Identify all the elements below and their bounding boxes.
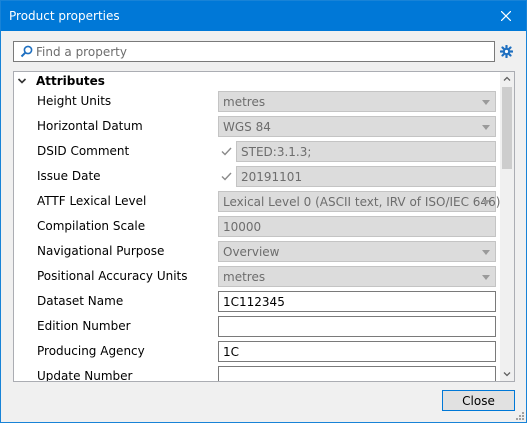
property-row: ATTF Lexical Level Lexical Level 0 (ASCI…	[14, 189, 500, 214]
dropdown-arrow-icon	[482, 275, 490, 280]
property-dropdown[interactable]: WGS 84	[218, 116, 496, 137]
property-name: Dataset Name	[37, 294, 124, 308]
chevron-down-icon[interactable]	[17, 76, 27, 86]
property-text-field[interactable]: 1C112345	[218, 291, 496, 312]
property-value: metres	[223, 95, 266, 109]
title-bar: Product properties	[1, 1, 526, 31]
dropdown-arrow-icon	[482, 250, 490, 255]
property-row: Dataset Name 1C112345	[14, 289, 500, 314]
scrollbar-thumb[interactable]	[502, 87, 512, 169]
dropdown-arrow-icon	[482, 100, 490, 105]
property-value: 1C112345	[223, 295, 285, 309]
property-name: Update Number	[37, 369, 133, 382]
property-text-field[interactable]: STED:3.1.3;	[236, 141, 496, 162]
property-name: DSID Comment	[37, 144, 130, 158]
close-button[interactable]: Close	[442, 390, 515, 411]
gear-icon[interactable]	[500, 45, 513, 58]
window-close-button[interactable]	[486, 1, 526, 31]
property-text-field[interactable]: 10000	[218, 216, 496, 237]
property-row: Producing Agency 1C	[14, 339, 500, 364]
property-row: Positional Accuracy Units metres	[14, 264, 500, 289]
property-name: Horizontal Datum	[37, 119, 143, 133]
dropdown-arrow-icon	[482, 200, 490, 205]
property-name: Height Units	[37, 94, 112, 108]
property-row: Edition Number	[14, 314, 500, 339]
property-value: WGS 84	[223, 120, 271, 134]
property-dropdown[interactable]: Lexical Level 0 (ASCII text, IRV of ISO/…	[218, 191, 500, 212]
property-value: metres	[223, 270, 266, 284]
property-text-field[interactable]	[218, 366, 496, 381]
product-properties-dialog: Product properties Attributes Heig	[0, 0, 527, 423]
property-dropdown[interactable]: metres	[218, 91, 496, 112]
scroll-down-icon[interactable]	[500, 367, 514, 381]
category-label: Attributes	[36, 74, 105, 88]
property-search-box	[13, 41, 495, 62]
property-value: Lexical Level 0 (ASCII text, IRV of ISO/…	[223, 195, 501, 209]
property-name: Producing Agency	[37, 344, 145, 358]
property-value: 20191101	[241, 170, 303, 184]
dropdown-arrow-icon	[482, 125, 490, 130]
property-row: Navigational Purpose Overview	[14, 239, 500, 264]
property-dropdown[interactable]: Overview	[218, 241, 496, 262]
property-row: Update Number	[14, 364, 500, 382]
scroll-up-icon[interactable]	[500, 72, 514, 86]
property-name: Compilation Scale	[37, 219, 146, 233]
search-icon	[20, 45, 33, 58]
property-value: 10000	[223, 220, 262, 234]
vertical-scrollbar[interactable]	[500, 72, 514, 381]
property-text-field[interactable]	[218, 316, 496, 337]
property-name: Issue Date	[37, 169, 101, 183]
property-grid: Attributes Height Units metres Horizonta…	[13, 71, 515, 382]
window-title: Product properties	[9, 9, 120, 23]
property-row: Horizontal Datum WGS 84	[14, 114, 500, 139]
property-name: Positional Accuracy Units	[37, 269, 188, 283]
property-text-field[interactable]: 20191101	[236, 166, 496, 187]
property-name: Edition Number	[37, 319, 131, 333]
search-input[interactable]	[36, 43, 486, 60]
checkbox-checked-icon[interactable]	[220, 170, 233, 183]
close-icon	[501, 11, 511, 21]
close-button-label: Close	[462, 393, 495, 408]
resize-grip-icon[interactable]	[514, 410, 524, 420]
property-row: Issue Date 20191101	[14, 164, 500, 189]
property-row: DSID Comment STED:3.1.3;	[14, 139, 500, 164]
property-value: 1C	[223, 345, 240, 359]
property-name: Navigational Purpose	[37, 244, 165, 258]
property-name: ATTF Lexical Level	[37, 194, 147, 208]
property-value: STED:3.1.3;	[241, 145, 312, 159]
property-value: Overview	[223, 245, 280, 259]
property-row: Height Units metres	[14, 89, 500, 114]
property-text-field[interactable]: 1C	[218, 341, 496, 362]
checkbox-checked-icon[interactable]	[220, 145, 233, 158]
property-row: Compilation Scale 10000	[14, 214, 500, 239]
property-dropdown[interactable]: metres	[218, 266, 496, 287]
